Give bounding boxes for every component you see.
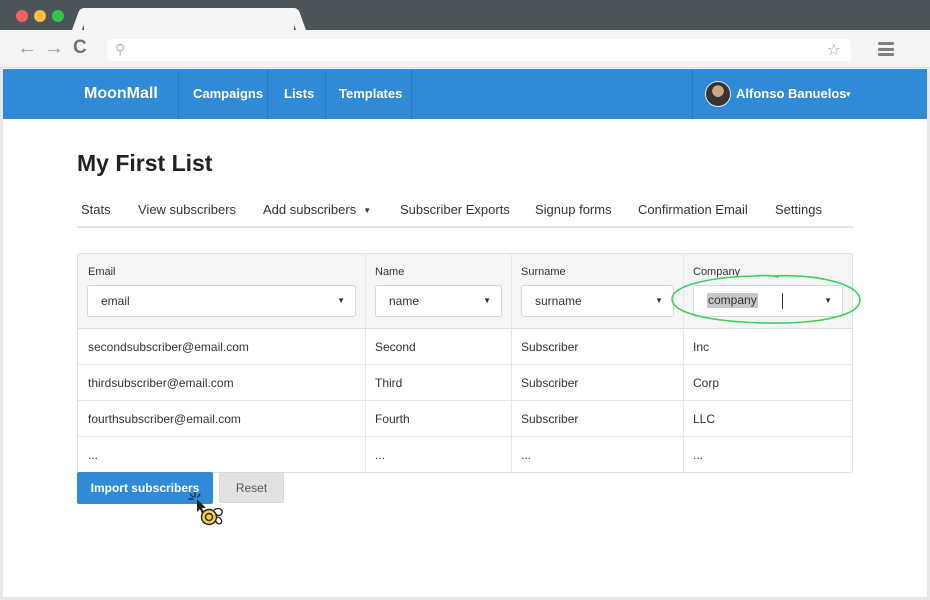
table-row: thirdsubscriber@email.com Third Subscrib… bbox=[78, 365, 852, 401]
cell-company: Inc bbox=[693, 340, 710, 354]
hamburger-menu-icon[interactable] bbox=[878, 42, 894, 56]
nav-templates[interactable]: Templates bbox=[339, 69, 402, 119]
nav-divider bbox=[411, 69, 412, 119]
brand-logo[interactable]: MoonMall bbox=[84, 69, 158, 119]
address-bar[interactable]: ⚲ ☆ bbox=[107, 39, 851, 61]
browser-tab[interactable] bbox=[84, 8, 294, 30]
highlight-ellipse-annotation bbox=[671, 274, 861, 324]
cell-name: Fourth bbox=[375, 412, 410, 426]
select-value: name bbox=[389, 294, 420, 308]
email-column-select[interactable]: email ▼ bbox=[87, 285, 356, 317]
reload-icon[interactable]: C bbox=[73, 38, 87, 58]
table-row: ... ... ... ... bbox=[78, 437, 852, 472]
cell-email: thirdsubscriber@email.com bbox=[88, 376, 234, 390]
surname-column-select[interactable]: surname ▼ bbox=[521, 285, 674, 317]
search-icon: ⚲ bbox=[115, 41, 126, 57]
star-icon[interactable]: ☆ bbox=[827, 40, 841, 60]
table-row: fourthsubscriber@email.com Fourth Subscr… bbox=[78, 401, 852, 437]
list-subnav: Stats View subscribers Add subscribers ▼ … bbox=[77, 196, 853, 228]
arrow-left-icon[interactable]: ← bbox=[17, 38, 37, 58]
chevron-down-icon: ▾ bbox=[846, 89, 851, 99]
cell-surname: ... bbox=[521, 448, 532, 462]
cell-company: Corp bbox=[693, 376, 720, 390]
column-label-email: Email bbox=[88, 266, 116, 278]
app-navbar: MoonMall Campaigns Lists Templates Alfon… bbox=[3, 69, 927, 119]
click-cursor-icon bbox=[188, 492, 223, 526]
table-row: secondsubscriber@email.com Second Subscr… bbox=[78, 329, 852, 365]
tab-settings[interactable]: Settings bbox=[775, 202, 822, 217]
cell-surname: Subscriber bbox=[521, 340, 579, 354]
minimize-window-button[interactable] bbox=[34, 10, 46, 22]
nav-campaigns[interactable]: Campaigns bbox=[193, 69, 263, 119]
cell-name: ... bbox=[375, 448, 386, 462]
select-value: email bbox=[101, 294, 130, 308]
caret-down-icon: ▼ bbox=[483, 296, 491, 305]
page-title: My First List bbox=[77, 150, 213, 176]
tab-view-subscribers[interactable]: View subscribers bbox=[138, 202, 236, 217]
tab-add-subscribers[interactable]: Add subscribers ▼ bbox=[263, 202, 371, 217]
cell-name: Third bbox=[375, 376, 403, 390]
cell-email: ... bbox=[88, 448, 99, 462]
cell-email: fourthsubscriber@email.com bbox=[88, 412, 241, 426]
arrow-right-icon[interactable]: → bbox=[44, 38, 64, 58]
cell-company: LLC bbox=[693, 412, 716, 426]
tab-confirmation-email[interactable]: Confirmation Email bbox=[638, 202, 748, 217]
nav-divider bbox=[325, 69, 326, 119]
cell-company: ... bbox=[693, 448, 704, 462]
caret-down-icon: ▼ bbox=[655, 296, 663, 305]
caret-down-icon: ▼ bbox=[337, 296, 345, 305]
cell-surname: Subscriber bbox=[521, 412, 579, 426]
nav-divider bbox=[178, 69, 179, 119]
nav-divider bbox=[267, 69, 268, 119]
close-window-button[interactable] bbox=[16, 10, 28, 22]
browser-toolbar: ← → C ⚲ ☆ bbox=[0, 30, 930, 68]
nav-lists[interactable]: Lists bbox=[284, 69, 314, 119]
tab-subscriber-exports[interactable]: Subscriber Exports bbox=[400, 202, 510, 217]
caret-down-icon: ▼ bbox=[363, 206, 372, 215]
tab-signup-forms[interactable]: Signup forms bbox=[535, 202, 612, 217]
reset-button[interactable]: Reset bbox=[219, 472, 284, 503]
nav-divider bbox=[692, 69, 693, 119]
browser-frame-left bbox=[0, 68, 3, 600]
browser-titlebar bbox=[0, 0, 930, 30]
avatar bbox=[705, 81, 731, 107]
column-label-surname: Surname bbox=[521, 266, 566, 278]
cell-name: Second bbox=[375, 340, 416, 354]
name-column-select[interactable]: name ▼ bbox=[375, 285, 502, 317]
cell-surname: Subscriber bbox=[521, 376, 579, 390]
user-name: Alfonso Banuelos bbox=[736, 86, 847, 101]
select-value: surname bbox=[535, 294, 582, 308]
tab-add-subscribers-label: Add subscribers bbox=[263, 202, 357, 217]
tab-stats[interactable]: Stats bbox=[81, 202, 111, 217]
maximize-window-button[interactable] bbox=[52, 10, 64, 22]
column-label-name: Name bbox=[375, 266, 405, 278]
cell-email: secondsubscriber@email.com bbox=[88, 340, 249, 354]
